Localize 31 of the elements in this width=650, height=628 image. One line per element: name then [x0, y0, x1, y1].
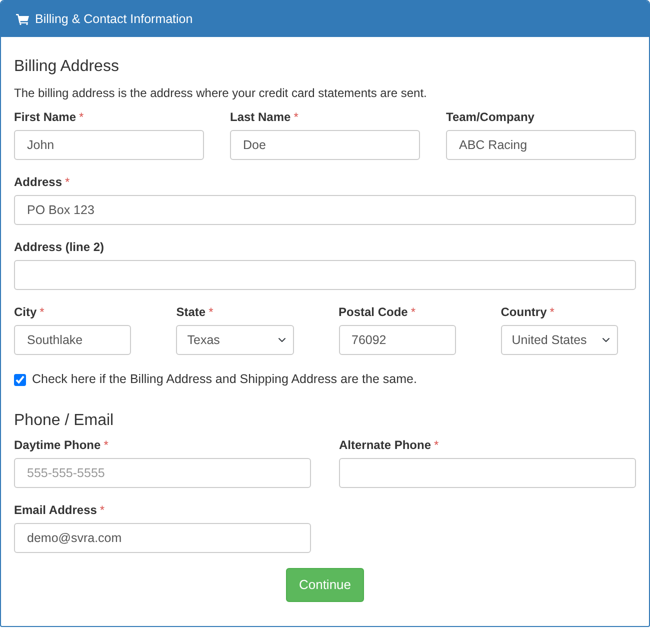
section-heading: Billing Address	[14, 57, 120, 76]
field-label: Postal Code *	[338, 305, 417, 320]
panel-title: Billing & Contact Information	[35, 10, 193, 28]
field-label: Email Address *	[14, 503, 106, 518]
input-field[interactable]: 76092	[338, 325, 456, 356]
input-field[interactable]: John	[14, 130, 204, 160]
field-label: Team/Company	[446, 110, 536, 124]
field-label: Daytime Phone *	[14, 438, 110, 452]
field-label: Alternate Phone *	[339, 438, 440, 452]
dropdown-field[interactable]: Texas	[176, 325, 294, 356]
input-field[interactable]: ABC Racing	[446, 130, 636, 160]
input-field[interactable]: PO Box 123	[14, 195, 636, 226]
field-label: State *	[176, 305, 214, 320]
input-field[interactable]: Southlake	[14, 325, 132, 356]
input-field[interactable]	[14, 260, 636, 290]
input-field[interactable]: demo@svra.com	[14, 523, 311, 554]
dropdown-field[interactable]: United States	[500, 325, 618, 356]
field-label: City *	[14, 305, 46, 320]
cart-icon	[16, 14, 29, 24]
field-label: Country *	[500, 305, 556, 320]
checkbox-label: Check here if the Billing Address and Shipping Address are the same.	[32, 371, 417, 388]
field-label: Address (line 2)	[14, 240, 106, 254]
section-heading: Phone / Email	[14, 410, 115, 430]
input-field[interactable]: Doe	[230, 130, 420, 160]
input-field[interactable]	[339, 458, 636, 488]
input-field[interactable]: 555-555-5555	[14, 458, 311, 488]
field-label: Last Name *	[230, 110, 300, 124]
checkbox[interactable]	[14, 374, 26, 386]
section-description: The billing address is the address where your credit card statements are sent.	[14, 85, 428, 102]
field-label: Address *	[14, 175, 71, 190]
field-label: First Name *	[14, 110, 85, 124]
